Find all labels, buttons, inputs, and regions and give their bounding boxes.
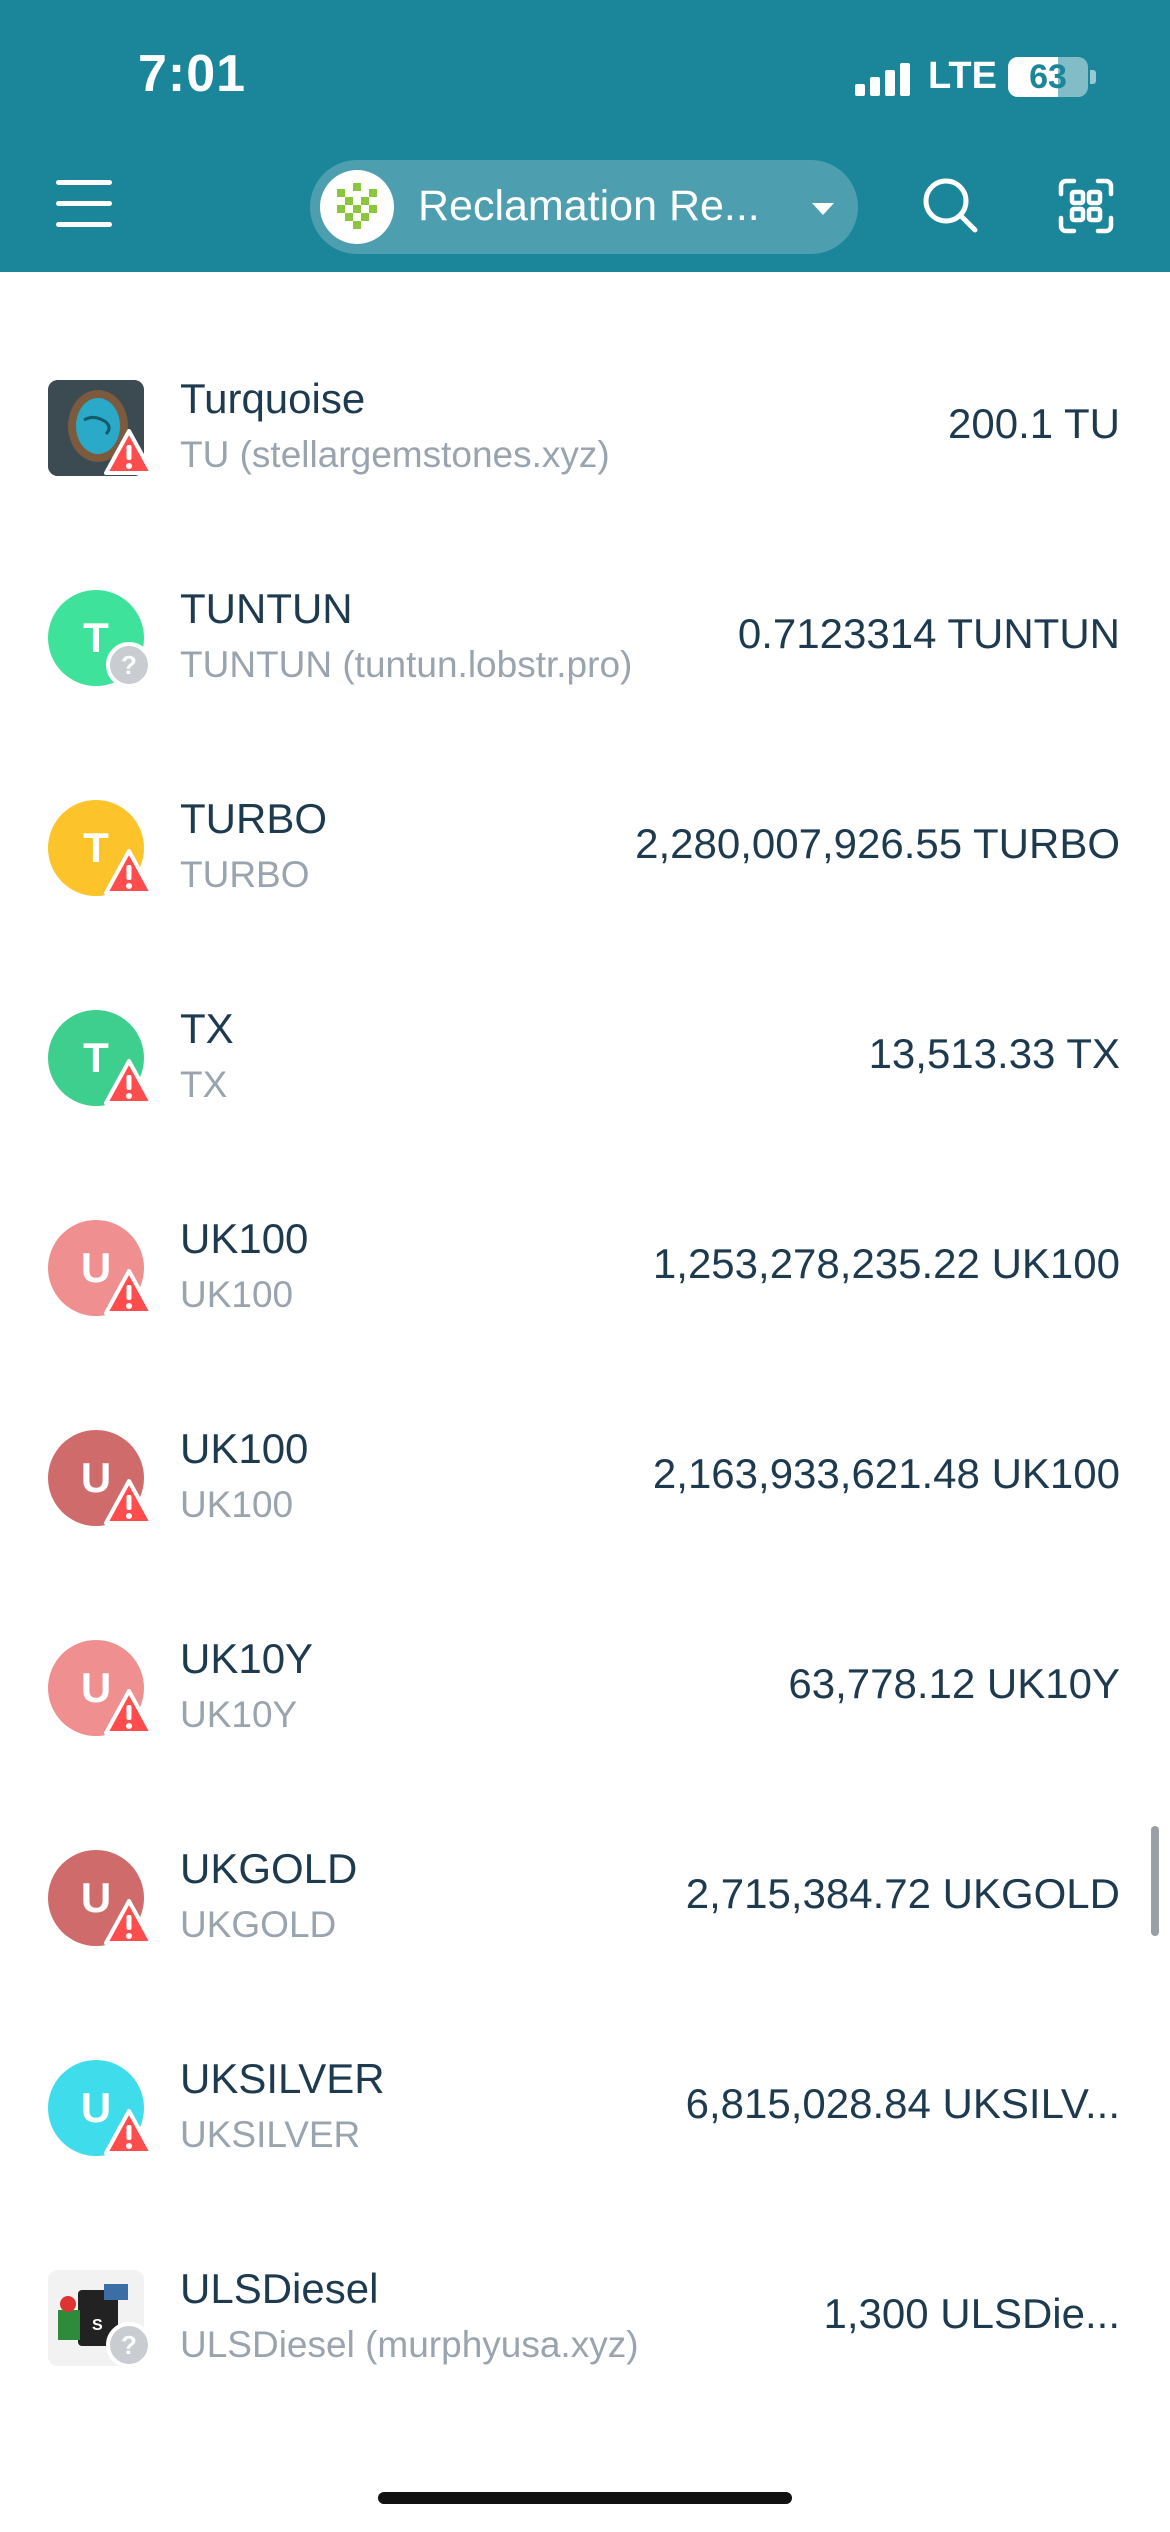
warning-icon [104,1478,154,1528]
asset-name: Turquoise [180,375,366,422]
scrollbar[interactable] [1151,1826,1159,1936]
asset-balance: 200.1 TU [948,400,1120,447]
asset-balance: 1,253,278,235.22 UK100 [652,1240,1120,1287]
asset-name: UKSILVER [180,2055,385,2102]
status-time: 7:01 [138,45,247,103]
warning-icon [104,1688,154,1738]
account-switcher[interactable]: Reclamation Re... [310,160,858,254]
svg-text:?: ? [121,650,137,680]
asset-name: TX [180,1005,234,1052]
search-icon[interactable] [920,175,980,235]
warning-icon [104,1058,154,1108]
asset-balance: 13,513.33 TX [868,1030,1120,1077]
hamburger-icon[interactable] [56,180,112,228]
asset-balance: 0.7123314 TUNTUN [737,610,1120,657]
asset-issuer: UK100 [180,1484,294,1525]
asset-balance: 2,280,007,926.55 TURBO [635,820,1120,867]
asset-name: TUNTUN [180,585,353,632]
asset-balance: 6,815,028.84 UKSILV... [685,2080,1120,2127]
asset-issuer: TU (stellargemstones.xyz) [180,434,610,475]
asset-row[interactable]: S ? ULSDiesel ULSDiesel (murphyusa.xyz) … [0,2210,1170,2420]
asset-row[interactable]: T TX TX 13,513.33 TX [0,950,1170,1160]
battery-percent: 63 [1029,58,1067,96]
asset-row[interactable]: Turquoise TU (stellargemstones.xyz) 200.… [0,320,1170,530]
asset-balance: 63,778.12 UK10Y [788,1660,1120,1707]
asset-balance: 2,715,384.72 UKGOLD [685,1870,1120,1917]
asset-row[interactable]: U UK100 UK100 1,253,278,235.22 UK100 [0,1160,1170,1370]
asset-issuer: TX [180,1064,228,1105]
asset-row[interactable]: U UK100 UK100 2,163,933,621.48 UK100 [0,1370,1170,1580]
asset-name: UK10Y [180,1635,314,1682]
svg-text:?: ? [121,2330,137,2360]
account-name: Reclamation Re... [418,182,760,230]
qr-scan-icon[interactable] [1058,178,1114,234]
asset-issuer: UKGOLD [180,1904,337,1945]
asset-name: UK100 [180,1425,309,1472]
warning-icon [104,848,154,898]
top-app-bar: 7:01 LTE 63 Reclamation Re... [0,0,1170,272]
asset-row[interactable]: U UKSILVER UKSILVER 6,815,028.84 UKSILV.… [0,2000,1170,2210]
asset-name: ULSDiesel [180,2265,379,2312]
warning-icon [104,1268,154,1318]
asset-row[interactable]: T ? TUNTUN TUNTUN (tuntun.lobstr.pro) 0.… [0,530,1170,740]
unknown-issuer-icon: ? [104,640,154,690]
warning-icon [104,2108,154,2158]
chevron-down-icon [812,203,834,215]
network-type: LTE [928,55,997,97]
asset-name: UK100 [180,1215,309,1262]
asset-issuer: TURBO [180,854,310,895]
asset-name: TURBO [180,795,327,842]
battery-cap [1090,70,1096,84]
warning-icon [104,1898,154,1948]
asset-issuer: ULSDiesel (murphyusa.xyz) [180,2324,639,2365]
home-indicator[interactable] [378,2492,792,2504]
unknown-issuer-icon: ? [104,2320,154,2370]
asset-issuer: UK100 [180,1274,294,1315]
asset-issuer: TUNTUN (tuntun.lobstr.pro) [180,644,633,685]
asset-row[interactable]: U UKGOLD UKGOLD 2,715,384.72 UKGOLD [0,1790,1170,2000]
account-avatar-icon [320,170,394,244]
asset-balance: 2,163,933,621.48 UK100 [652,1450,1120,1497]
asset-row[interactable]: T TURBO TURBO 2,280,007,926.55 TURBO [0,740,1170,950]
asset-balance: 1,300 ULSDie... [823,2290,1120,2337]
svg-text:S: S [92,2317,103,2334]
warning-icon [104,428,154,478]
asset-row[interactable]: U UK10Y UK10Y 63,778.12 UK10Y [0,1580,1170,1790]
cellular-signal-icon [855,60,915,96]
asset-name: UKGOLD [180,1845,358,1892]
asset-issuer: UK10Y [180,1694,298,1735]
asset-issuer: UKSILVER [180,2114,361,2155]
battery-icon: 63 [1008,57,1088,97]
